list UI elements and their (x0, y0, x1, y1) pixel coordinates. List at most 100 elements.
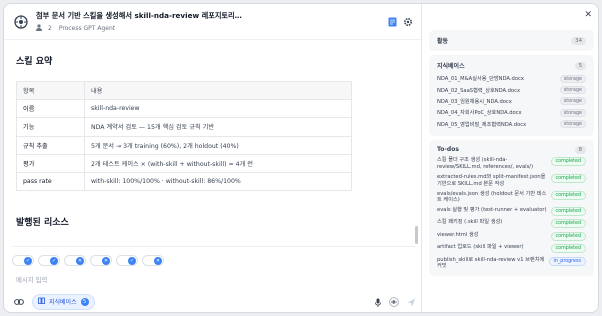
table-cell-value: 5개 문서 → 3개 training (60%), 2개 holdout (4… (84, 135, 352, 155)
agent-chip[interactable]: ✕ (142, 255, 164, 266)
agent-chip[interactable]: ✕ (64, 255, 86, 266)
status-badge: completed (550, 173, 586, 183)
file-name: NDA_04_자회사PoC_상호NDA.docx (437, 110, 522, 117)
knowledge-base-chip[interactable]: 지식베이스 5 (32, 293, 95, 310)
status-badge: completed (550, 231, 586, 241)
activity-card[interactable]: 활동 34 (429, 30, 594, 51)
table-cell-key: 기능 (16, 117, 85, 137)
table-cell-value: NDA 계약서 검토 — 15개 핵심 검토 규칙 기반 (84, 117, 352, 137)
message-content: 스킬 요약 항목 내용 이름 skill-nda-review 기능 NDA 계… (4, 40, 422, 246)
close-icon: ✕ (102, 256, 110, 265)
file-name: NDA_01_M&A실사용_단방NDA.docx (437, 76, 524, 83)
todo-text: artifact 업로드 (skill 파일 + viewer) (437, 244, 524, 251)
todo-text: 스킬 패키징 (.skill 파일 생성) (437, 219, 503, 226)
status-badge: completed (550, 244, 586, 254)
message-composer: ✓ ✓ ✕ ✕ ✓ ✕ 메시지 입력 지식베이스 5 (12, 246, 416, 310)
todo-item: evals/evals.json 생성 (holdout 문서 기반 테스트 케… (437, 190, 586, 204)
table-cell-value: skill-nda-review (84, 99, 352, 119)
storage-tag: storage (559, 74, 586, 83)
app-window: 첨부 문서 기반 스킬을 생성해서 skill-nda-review 레포지토리… (3, 3, 599, 313)
file-name: NDA_02_SaaS협력_상호NDA.docx (437, 87, 521, 94)
agent-chip-row: ✓ ✓ ✕ ✕ ✓ ✕ (12, 255, 416, 266)
table-row: pass rate with-skill: 100%/100% · withou… (16, 171, 352, 192)
table-cell-value: 2개 테스트 케이스 × (with-skill + without-skill… (84, 153, 352, 173)
activity-count: 34 (571, 36, 586, 45)
chat-scrollbar[interactable] (415, 226, 418, 244)
document-icon[interactable] (388, 12, 397, 31)
todo-item: publish_skill로 skill-nda-review v1 브랜치에 … (437, 256, 586, 270)
book-icon (38, 297, 45, 306)
todo-text: evals/evals.json 생성 (holdout 문서 기반 테스트 케… (437, 190, 547, 204)
todo-text: publish_skill로 skill-nda-review v1 브랜치에 … (437, 256, 545, 270)
chat-panel: 첨부 문서 기반 스킬을 생성해서 skill-nda-review 레포지토리… (4, 4, 422, 312)
attach-link-icon[interactable] (12, 295, 26, 309)
status-badge: in_progress (548, 256, 586, 266)
check-icon: ✓ (50, 256, 58, 265)
member-count: 2 (48, 24, 52, 32)
table-header-row: 항목 내용 (16, 80, 352, 101)
table-row: 기능 NDA 계약서 검토 — 15개 핵심 검토 규칙 기반 (16, 117, 352, 137)
knowledge-base-count: 5 (80, 297, 89, 306)
agent-chip[interactable]: ✓ (12, 255, 34, 266)
right-sidebar: ✕ 활동 34 지식베이스 5 NDA_01_M&A실사용_단방NDA.docx… (423, 4, 598, 312)
agent-chip[interactable]: ✓ (38, 255, 60, 266)
table-row: 이름 skill-nda-review (16, 99, 352, 119)
table-header-cell: 항목 (16, 80, 85, 101)
knowledge-base-count: 5 (574, 61, 586, 70)
todo-item: extracted-rules.md와 split-manifest.json을… (437, 173, 586, 187)
todo-item: 스킬 패키징 (.skill 파일 생성) completed (437, 219, 586, 229)
todos-count: 8 (574, 145, 586, 154)
summary-table: 항목 내용 이름 skill-nda-review 기능 NDA 계약서 검토 … (16, 80, 352, 192)
knowledge-base-card: 지식베이스 5 NDA_01_M&A실사용_단방NDA.docx storage … (429, 55, 594, 136)
todo-text: viewer.html 생성 (437, 231, 479, 238)
todos-title: To-dos (437, 146, 459, 154)
todo-item: 스킬 폴더 구조 생성 (skill-nda-review/SKILL.md, … (437, 157, 586, 170)
table-row: 평가 2개 테스트 케이스 × (with-skill + without-sk… (16, 153, 352, 173)
storage-tag: storage (559, 97, 586, 106)
agent-name: Process GPT Agent (58, 24, 116, 32)
knowledge-item[interactable]: NDA_03_임원채용시_NDA.docx storage (437, 96, 586, 107)
storage-tag: storage (559, 86, 586, 95)
table-cell-key: 이름 (16, 99, 85, 119)
send-icon[interactable] (407, 292, 416, 311)
todo-text: extracted-rules.md와 split-manifest.json을… (437, 173, 546, 187)
members-icon (36, 23, 44, 33)
status-badge: completed (550, 190, 586, 200)
table-header-cell: 내용 (84, 80, 352, 101)
table-cell-key: 평가 (16, 153, 85, 173)
agent-chip[interactable]: ✓ (116, 255, 138, 266)
check-icon: ✓ (24, 256, 32, 265)
knowledge-item[interactable]: NDA_04_자회사PoC_상호NDA.docx storage (437, 107, 586, 118)
activity-title: 활동 (437, 38, 449, 45)
close-icon: ✕ (154, 256, 162, 265)
agent-chip[interactable]: ✕ (90, 255, 112, 266)
status-badge: completed (550, 207, 586, 217)
agent-avatar-icon (12, 13, 30, 31)
file-name: NDA_05_영업비밀_제조협력NDA.docx (437, 121, 527, 128)
knowledge-item[interactable]: NDA_02_SaaS협력_상호NDA.docx storage (437, 84, 586, 95)
voice-wave-icon[interactable] (389, 292, 399, 311)
status-badge: completed (550, 157, 586, 167)
todo-item: evals 실행 및 평가 (test-runner + evaluator) c… (437, 207, 586, 217)
todo-item: artifact 업로드 (skill 파일 + viewer) complete… (437, 244, 586, 254)
table-cell-key: 규칙 추출 (16, 135, 85, 155)
todo-text: 스킬 폴더 구조 생성 (skill-nda-review/SKILL.md, … (437, 157, 534, 170)
storage-tag: storage (559, 108, 586, 117)
resources-heading: 발행된 리소스 (16, 218, 69, 229)
check-icon: ✓ (128, 256, 136, 265)
summary-heading: 스킬 요약 (16, 57, 53, 67)
knowledge-item[interactable]: NDA_01_M&A실사용_단방NDA.docx storage (437, 73, 586, 84)
knowledge-item[interactable]: NDA_05_영업비밀_제조협력NDA.docx storage (437, 119, 586, 130)
close-icon[interactable]: ✕ (584, 10, 592, 20)
knowledge-base-title: 지식베이스 (437, 63, 465, 70)
microphone-icon[interactable] (375, 292, 381, 311)
close-icon: ✕ (76, 256, 84, 265)
settings-gear-icon[interactable] (403, 12, 413, 31)
todo-item: viewer.html 생성 completed (437, 231, 586, 241)
knowledge-base-label: 지식베이스 (49, 299, 77, 306)
message-input[interactable]: 메시지 입력 (12, 275, 416, 284)
file-name: NDA_03_임원채용시_NDA.docx (437, 98, 512, 105)
todo-text: evals 실행 및 평가 (test-runner + evaluator) (437, 207, 547, 214)
table-cell-value: with-skill: 100%/100% · without-skill: 8… (84, 171, 352, 192)
todos-card: To-dos 8 스킬 폴더 구조 생성 (skill-nda-review/S… (429, 139, 594, 276)
